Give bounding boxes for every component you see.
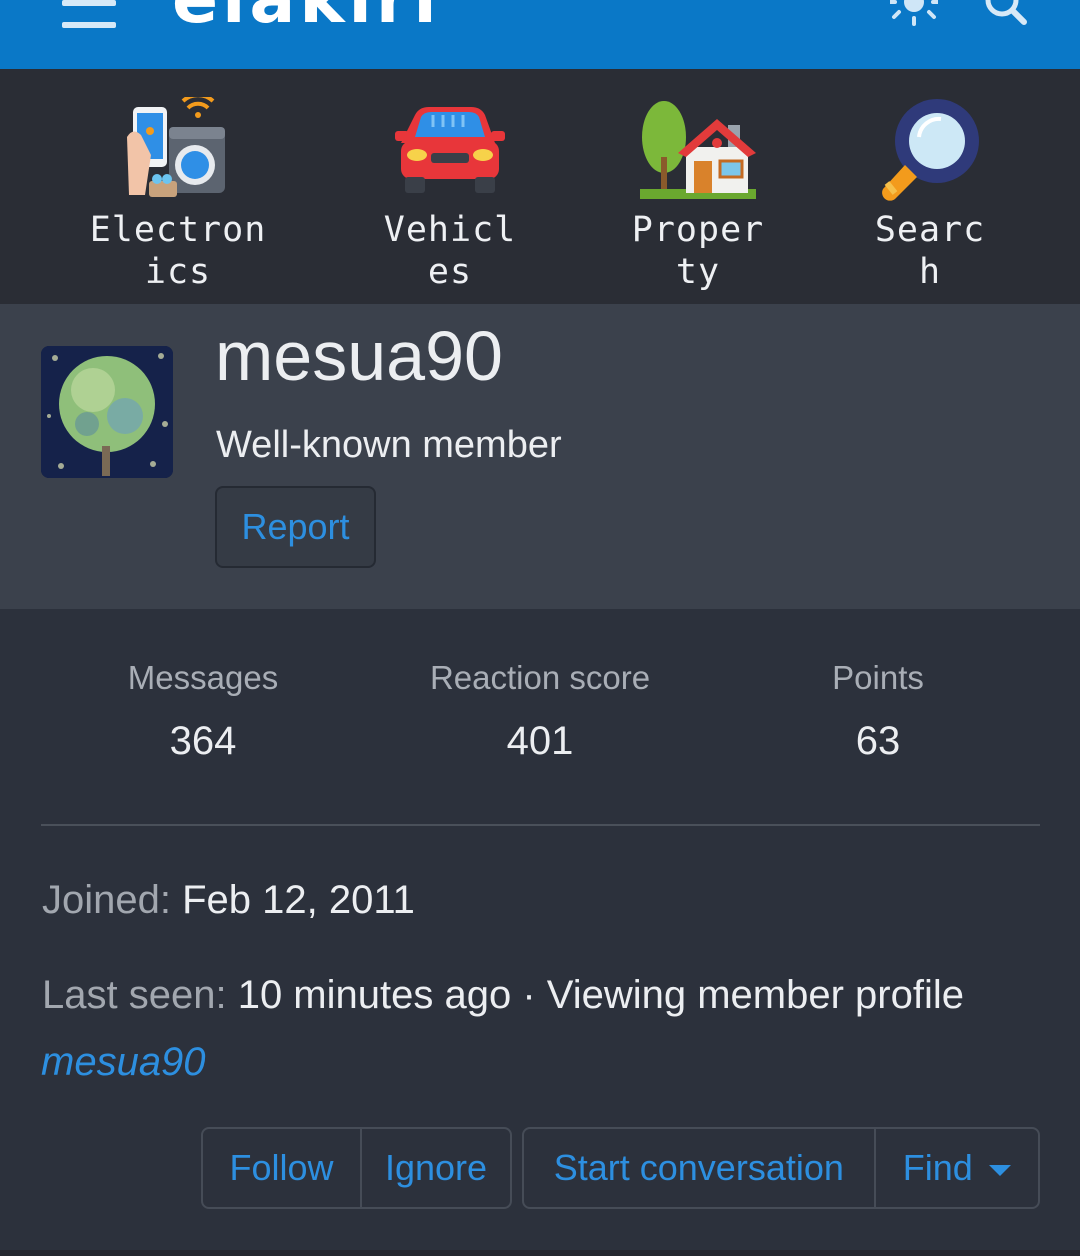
find-label: Find [902, 1147, 973, 1188]
avatar[interactable] [41, 346, 173, 478]
report-button[interactable]: Report [215, 486, 376, 568]
electronics-icon [127, 97, 225, 197]
stat-value: 401 [506, 719, 574, 763]
stat-label: Reaction score [429, 659, 651, 696]
category-label: Proper ty [631, 210, 765, 292]
site-logo[interactable]: elakiri [172, 0, 441, 34]
stat-value: 63 [855, 719, 901, 763]
last-seen-info: Last seen: 10 minutes ago · Viewing memb… [42, 973, 964, 1018]
stat-label: Points [832, 659, 924, 696]
sun-icon[interactable] [888, 0, 940, 32]
stat-messages[interactable]: Messages 364 [103, 659, 303, 764]
magnifier-icon [882, 99, 979, 201]
user-title: Well-known member [216, 424, 562, 466]
conversation-find-group: Start conversation Find [522, 1127, 1040, 1209]
stat-reaction-score[interactable]: Reaction score 401 [400, 659, 680, 764]
last-seen-activity: 10 minutes ago · Viewing member profile [237, 973, 964, 1017]
house-icon [640, 101, 756, 199]
member-header: mesua90 Well-known member Report [0, 304, 1080, 609]
page-edge [0, 1250, 1080, 1256]
category-electronics[interactable]: Electron ics [58, 97, 298, 293]
joined-date: Feb 12, 2011 [182, 878, 415, 922]
last-seen-label: Last seen: [42, 973, 227, 1017]
search-icon[interactable] [982, 0, 1030, 32]
viewing-profile-link[interactable]: mesua90 [41, 1040, 206, 1085]
top-header: elakiri [0, 0, 1080, 69]
stat-points[interactable]: Points 63 [778, 659, 978, 764]
category-label: Electron ics [89, 210, 267, 292]
category-nav: Electron ics Vehicl es Proper ty Searc h [0, 69, 1080, 304]
follow-button[interactable]: Follow [203, 1129, 360, 1207]
stat-value: 364 [169, 719, 237, 763]
chevron-down-icon [988, 1164, 1011, 1176]
category-label: Searc h [874, 210, 986, 292]
follow-ignore-group: Follow Ignore [201, 1127, 512, 1209]
joined-label: Joined: [42, 878, 171, 922]
username: mesua90 [215, 317, 503, 395]
hamburger-menu-icon[interactable] [62, 0, 116, 30]
category-vehicles[interactable]: Vehicl es [330, 97, 570, 293]
category-label: Vehicl es [383, 210, 517, 292]
category-property[interactable]: Proper ty [578, 97, 818, 293]
divider [41, 824, 1040, 826]
find-dropdown-button[interactable]: Find [873, 1129, 1038, 1207]
category-search[interactable]: Searc h [810, 97, 1050, 293]
ignore-button[interactable]: Ignore [359, 1129, 510, 1207]
joined-info: Joined: Feb 12, 2011 [42, 878, 415, 923]
stat-label: Messages [127, 659, 279, 696]
start-conversation-button[interactable]: Start conversation [524, 1129, 874, 1207]
car-icon [395, 107, 505, 193]
